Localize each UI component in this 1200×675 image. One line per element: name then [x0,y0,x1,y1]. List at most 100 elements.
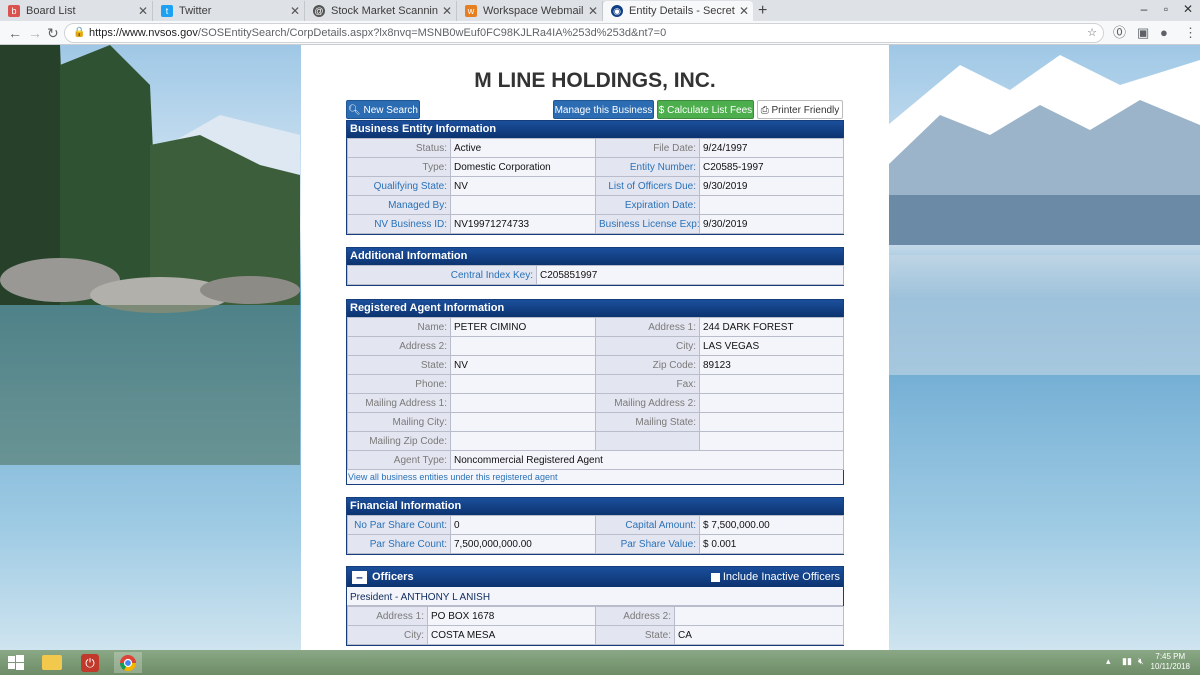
managed-by-value [450,195,596,215]
new-search-button[interactable]: 🔍︎ New Search [346,100,420,119]
no-par-share-count-label[interactable]: No Par Share Count: [347,515,451,535]
profile-icon[interactable]: ● [1160,24,1168,42]
clock-time: 7:45 PM [1155,652,1186,661]
extension-icon[interactable]: ⓪ [1113,24,1126,42]
business-license-exp-label[interactable]: Business License Exp: [595,214,700,234]
nv-business-id-label[interactable]: NV Business ID: [347,214,451,234]
capital-amount-label[interactable]: Capital Amount: [595,515,700,535]
tab-title: Board List [26,5,76,17]
chrome-taskbar[interactable] [114,652,142,673]
reload-icon[interactable]: ↻ [47,24,59,42]
tab-entity-details[interactable]: ◉ Entity Details - Secretary of State ✕ [603,1,753,21]
board-icon: b [8,5,20,17]
registered-agent-section: Registered Agent Information Name: PETER… [346,299,844,485]
tab-twitter[interactable]: t Twitter ✕ [153,1,305,21]
new-search-label: New Search [363,105,418,116]
page-title: M LINE HOLDINGS, INC. [474,69,716,92]
mailing-address1-label: Mailing Address 1: [347,393,451,413]
business-license-exp-value: 9/30/2019 [699,214,844,234]
calculate-list-fees-button[interactable]: $ Calculate List Fees [657,100,754,119]
expiration-date-value [699,195,844,215]
include-inactive-officers-toggle[interactable]: Include Inactive Officers [710,567,840,587]
agent-name-value: PETER CIMINO [450,317,596,337]
close-tab-icon[interactable]: ✕ [286,4,304,18]
financial-section: Financial Information No Par Share Count… [346,497,844,555]
entity-number-label[interactable]: Entity Number: [595,157,700,177]
mailing-zip-value [450,431,596,451]
expiration-date-label[interactable]: Expiration Date: [595,195,700,215]
collapse-icon[interactable]: – [352,570,367,584]
table-row: NV Business ID: NV19971274733 Business L… [347,214,844,234]
menu-icon[interactable]: ⋮ [1184,24,1197,42]
tab-webmail[interactable]: w Workspace Webmail :: Mail Index ✕ [457,1,603,21]
par-share-count-label[interactable]: Par Share Count: [347,534,451,554]
tray-chevron-icon[interactable]: ▴ [1106,656,1111,667]
central-index-key-label[interactable]: Central Index Key: [347,265,537,285]
officer-city-value: COSTA MESA [427,625,596,645]
stock-icon: @ [313,5,325,17]
additional-info-table: Central Index Key: C205851997 [347,265,844,285]
power-icon: ⏻ [81,653,99,672]
folder-icon [42,655,62,670]
url-path: /SOSEntitySearch/CorpDetails.aspx?lx8nvq… [197,27,667,39]
printer-friendly-button[interactable]: ⎙ Printer Friendly [757,100,843,119]
manage-business-button[interactable]: Manage this Business [553,100,654,119]
mailing-state-label: Mailing State: [595,412,700,432]
qualifying-state-label[interactable]: Qualifying State: [347,176,451,196]
network-icon[interactable]: ▮▮ [1122,656,1132,667]
mailing-city-value [450,412,596,432]
agent-zip-value: 89123 [699,355,844,375]
nv-business-id-value: NV19971274733 [450,214,596,234]
table-row: Name: PETER CIMINO Address 1: 244 DARK F… [347,317,844,337]
agent-name-label: Name: [347,317,451,337]
tab-board-list[interactable]: b Board List ✕ [0,1,153,21]
table-row: Mailing Zip Code: [347,431,844,451]
bookmark-star-icon[interactable]: ☆ [1087,24,1097,42]
table-row: State: NV Zip Code: 89123 [347,355,844,375]
power-app-taskbar[interactable]: ⏻ [76,652,104,673]
managed-by-label[interactable]: Managed By: [347,195,451,215]
file-explorer-taskbar[interactable] [38,652,66,673]
clock-date: 10/11/2018 [1150,662,1190,671]
volume-icon[interactable]: 🔇︎ [1138,656,1144,667]
checkbox-icon[interactable] [710,572,720,582]
section-header: Additional Information [347,248,843,265]
url-input[interactable]: 🔒 https://www.nvsos.gov/SOSEntitySearch/… [64,23,1104,43]
type-label: Type: [347,157,451,177]
tab-stock-market[interactable]: @ Stock Market Scanning, Online V ✕ [305,1,457,21]
forward-icon[interactable]: → [28,24,42,42]
agent-phone-label: Phone: [347,374,451,394]
close-tab-icon[interactable]: ✕ [438,4,456,18]
close-window-icon[interactable]: ✕ [1175,0,1200,18]
include-inactive-label: Include Inactive Officers [722,571,840,583]
close-tab-icon[interactable]: ✕ [134,4,152,18]
view-all-entities-link[interactable]: View all business entities under this re… [347,470,843,484]
par-share-value-value: $ 0.001 [699,534,844,554]
officer-address2-value [674,606,844,626]
twitter-icon: t [161,5,173,17]
printer-friendly-label: Printer Friendly [771,105,840,116]
tab-title: Twitter [179,5,212,17]
system-clock[interactable]: 7:45 PM 10/11/2018 [1151,652,1190,672]
empty-label [595,431,700,451]
extension-icon-2[interactable]: ▣ [1137,24,1149,42]
table-row: Status: Active File Date: 9/24/1997 [347,138,844,158]
officers-due-label[interactable]: List of Officers Due: [595,176,700,196]
new-tab-icon[interactable]: + [758,2,767,20]
mailing-zip-label: Mailing Zip Code: [347,431,451,451]
lock-icon: 🔒 [73,27,86,38]
close-tab-icon[interactable]: ✕ [735,4,753,18]
table-row: Phone: Fax: [347,374,844,394]
close-tab-icon[interactable]: ✕ [584,4,602,18]
agent-city-value: LAS VEGAS [699,336,844,356]
back-icon[interactable]: ← [8,24,22,42]
start-button[interactable] [2,652,30,673]
table-row: Managed By: Expiration Date: [347,195,844,215]
agent-type-label: Agent Type: [347,450,451,470]
mailing-address1-value [450,393,596,413]
officers-header-label: Officers [372,571,414,583]
url-host: https://www.nvsos.gov [89,27,198,39]
par-share-value-label[interactable]: Par Share Value: [595,534,700,554]
taskbar: ⏻ ▴ ▮▮ 🔇︎ 7:45 PM 10/11/2018 [0,650,1200,675]
mailing-address2-label: Mailing Address 2: [595,393,700,413]
